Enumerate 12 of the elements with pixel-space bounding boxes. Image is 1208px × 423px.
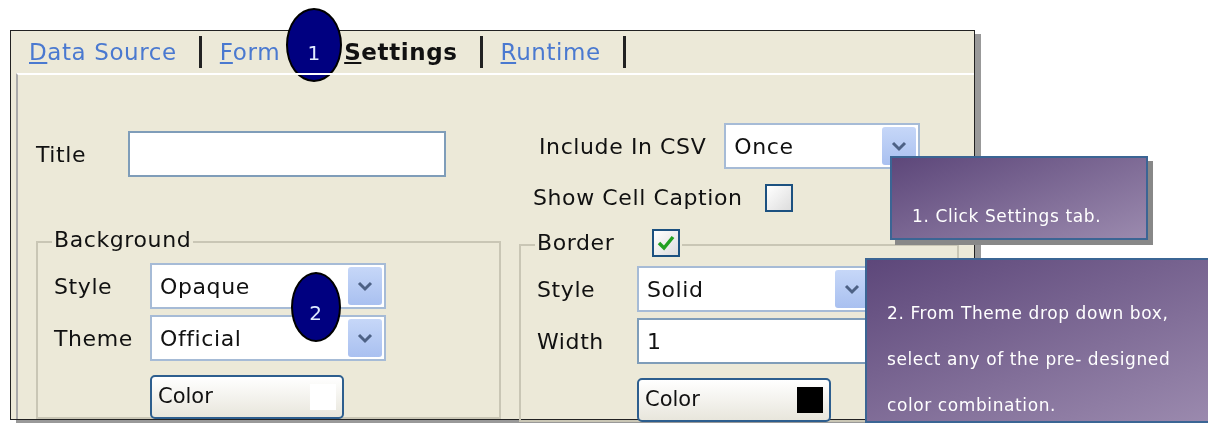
field-label: Width bbox=[537, 327, 605, 356]
group-label: Background bbox=[54, 226, 192, 254]
step-marker-tooltip: 1 bbox=[286, 8, 343, 82]
title-label: Title bbox=[36, 140, 87, 169]
field-label: Style bbox=[537, 275, 597, 304]
field-label: Include In CSV bbox=[539, 132, 707, 161]
callout-text: 1. Click Settings tab. bbox=[912, 205, 1103, 228]
field-label: Theme bbox=[54, 324, 134, 353]
checkbox-label: Show Cell Caption bbox=[533, 184, 743, 212]
group-label: Border bbox=[537, 229, 615, 257]
callout-text: 2. From Theme drop down box, select any of the pre- designed color combination. bbox=[887, 302, 1172, 417]
field-label: Style bbox=[54, 272, 114, 301]
